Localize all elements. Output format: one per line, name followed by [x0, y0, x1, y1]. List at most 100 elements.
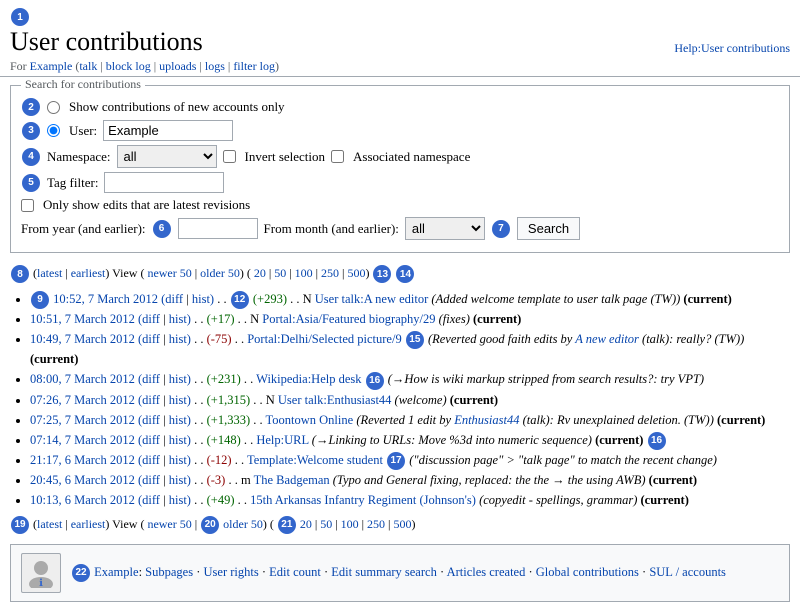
- latest-checkbox[interactable]: [21, 199, 34, 212]
- current-8: (current): [649, 473, 697, 487]
- footer-globalcontribs[interactable]: Global contributions: [536, 565, 639, 579]
- tag-input[interactable]: [104, 172, 224, 193]
- newer50-link-bot[interactable]: newer 50: [147, 517, 191, 531]
- contrib-diff-8[interactable]: (diff: [138, 473, 160, 487]
- for-text: For: [10, 59, 27, 73]
- contrib-time-0[interactable]: 10:52, 7 March 2012: [53, 292, 158, 306]
- contrib-hist-2[interactable]: hist): [169, 332, 191, 346]
- contrib-hist-6[interactable]: hist): [169, 433, 191, 447]
- 20-link-bot[interactable]: 20: [300, 517, 312, 531]
- contrib-hist-3[interactable]: hist): [169, 372, 191, 386]
- contrib-hist-8[interactable]: hist): [169, 473, 191, 487]
- contrib-time-8[interactable]: 20:45, 6 March 2012: [30, 473, 135, 487]
- page-link-0[interactable]: User talk:A new editor: [315, 292, 429, 306]
- list-item: 10:13, 6 March 2012 (diff | hist) . . (+…: [30, 490, 790, 510]
- year-input[interactable]: [178, 218, 258, 239]
- contrib-diff-6[interactable]: (diff: [138, 433, 160, 447]
- contrib-diff-5[interactable]: (diff: [138, 413, 160, 427]
- summary-3: (→How is wiki markup stripped from searc…: [388, 372, 704, 386]
- page-link-9[interactable]: 15th Arkansas Infantry Regiment (Johnson…: [250, 493, 476, 507]
- page-link-3[interactable]: Wikipedia:Help desk: [256, 372, 361, 386]
- search-button[interactable]: Search: [517, 217, 580, 240]
- annotation-7: 7: [492, 220, 510, 238]
- page-link-2[interactable]: Portal:Delhi/Selected picture/9: [247, 332, 401, 346]
- older50-link-top[interactable]: older 50: [200, 266, 240, 280]
- contrib-diff-3[interactable]: (diff: [138, 372, 160, 386]
- older50-link-bot[interactable]: older 50: [223, 517, 263, 531]
- contrib-hist-4[interactable]: hist): [169, 393, 191, 407]
- 20-link-top[interactable]: 20: [254, 266, 266, 280]
- contrib-hist-1[interactable]: hist): [169, 312, 191, 326]
- footer-sul[interactable]: SUL / accounts: [649, 565, 726, 579]
- month-select[interactable]: all: [405, 217, 485, 240]
- associated-checkbox[interactable]: [331, 150, 344, 163]
- user-input[interactable]: [103, 120, 233, 141]
- footer-userrights[interactable]: User rights: [204, 565, 259, 579]
- contrib-diff-1[interactable]: (diff: [138, 312, 160, 326]
- logs-link[interactable]: logs: [205, 59, 225, 73]
- 100-link-bot[interactable]: 100: [341, 517, 359, 531]
- contrib-diff-0[interactable]: (diff: [161, 292, 183, 306]
- footer-editcount[interactable]: Edit count: [269, 565, 321, 579]
- blocklog-link[interactable]: block log: [106, 59, 151, 73]
- list-item: 20:45, 6 March 2012 (diff | hist) . . (-…: [30, 470, 790, 490]
- list-item: 07:25, 7 March 2012 (diff | hist) . . (+…: [30, 410, 790, 430]
- contrib-hist-0[interactable]: hist): [192, 292, 214, 306]
- earliest-link[interactable]: earliest: [71, 266, 106, 280]
- 500-link-bot[interactable]: 500: [393, 517, 411, 531]
- year-label: From year (and earlier):: [21, 221, 146, 237]
- latest-link-bot[interactable]: latest: [37, 517, 62, 531]
- page-link-5[interactable]: Toontown Online: [266, 413, 354, 427]
- annotation-6: 6: [153, 220, 171, 238]
- filterlog-link[interactable]: filter log: [233, 59, 275, 73]
- 250-link-top[interactable]: 250: [321, 266, 339, 280]
- contrib-hist-7[interactable]: hist): [169, 453, 191, 467]
- contrib-time-5[interactable]: 07:25, 7 March 2012: [30, 413, 135, 427]
- footer-subpages[interactable]: Subpages: [145, 565, 193, 579]
- annotation-22: 22: [72, 564, 90, 582]
- for-user-link[interactable]: Example: [30, 59, 73, 73]
- annotation-5: 5: [22, 174, 40, 192]
- new-accounts-radio[interactable]: [47, 101, 60, 114]
- newer50-link[interactable]: newer 50: [147, 266, 191, 280]
- 250-link-bot[interactable]: 250: [367, 517, 385, 531]
- talk-link[interactable]: talk: [79, 59, 97, 73]
- 50-link-top[interactable]: 50: [274, 266, 286, 280]
- contrib-diff-9[interactable]: (diff: [138, 493, 160, 507]
- latest-link[interactable]: latest: [37, 266, 62, 280]
- footer-username[interactable]: Example: [94, 565, 138, 579]
- contrib-hist-5[interactable]: hist): [169, 413, 191, 427]
- page-link-1[interactable]: Portal:Asia/Featured biography/29: [262, 312, 435, 326]
- page-link-8[interactable]: The Badgeman: [254, 473, 330, 487]
- footer-editsummary[interactable]: Edit summary search: [331, 565, 437, 579]
- contrib-diff-4[interactable]: (diff: [138, 393, 160, 407]
- tag-label: Tag filter:: [47, 175, 98, 191]
- contrib-time-3[interactable]: 08:00, 7 March 2012: [30, 372, 135, 386]
- 50-link-bot[interactable]: 50: [320, 517, 332, 531]
- namespace-select[interactable]: all: [117, 145, 217, 168]
- page-link-7[interactable]: Template:Welcome student: [247, 453, 383, 467]
- contrib-time-9[interactable]: 10:13, 6 March 2012: [30, 493, 135, 507]
- footer-articlescreated[interactable]: Articles created: [447, 565, 526, 579]
- list-item: 10:49, 7 March 2012 (diff | hist) . . (-…: [30, 329, 790, 369]
- contrib-hist-9[interactable]: hist): [169, 493, 191, 507]
- contrib-diff-2[interactable]: (diff: [138, 332, 160, 346]
- contrib-time-2[interactable]: 10:49, 7 March 2012: [30, 332, 135, 346]
- help-link[interactable]: Help:User contributions: [674, 41, 790, 55]
- earliest-link-bot[interactable]: earliest: [71, 517, 106, 531]
- contrib-time-7[interactable]: 21:17, 6 March 2012: [30, 453, 135, 467]
- invert-checkbox[interactable]: [223, 150, 236, 163]
- contrib-time-1[interactable]: 10:51, 7 March 2012: [30, 312, 135, 326]
- annotation-16a: 16: [366, 372, 384, 390]
- 500-link-top[interactable]: 500: [347, 266, 365, 280]
- page-link-4[interactable]: User talk:Enthusiast44: [278, 393, 392, 407]
- page-link-6[interactable]: Help:URL: [256, 433, 308, 447]
- contrib-time-6[interactable]: 07:14, 7 March 2012: [30, 433, 135, 447]
- uploads-link[interactable]: uploads: [159, 59, 196, 73]
- 100-link-top[interactable]: 100: [295, 266, 313, 280]
- contrib-diff-7[interactable]: (diff: [138, 453, 160, 467]
- search-legend: Search for contributions: [21, 77, 145, 92]
- user-radio[interactable]: [47, 124, 60, 137]
- contrib-time-4[interactable]: 07:26, 7 March 2012: [30, 393, 135, 407]
- annotation-20: 20: [201, 516, 219, 534]
